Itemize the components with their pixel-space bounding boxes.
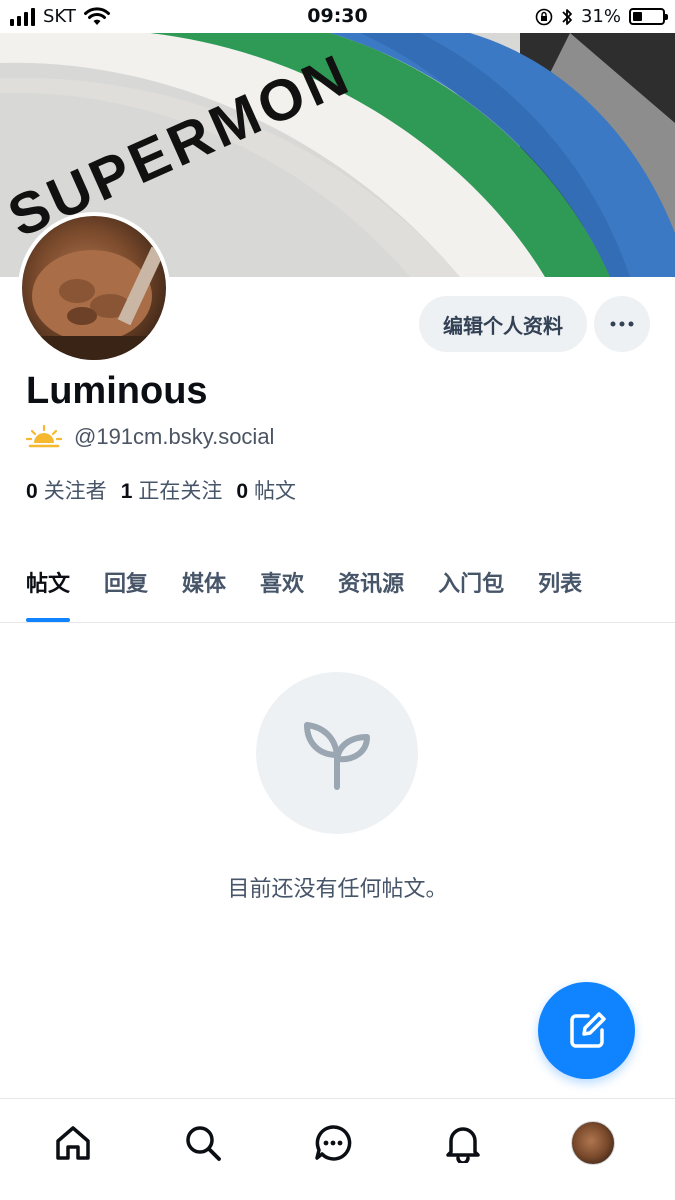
nav-chat[interactable] xyxy=(309,1119,357,1167)
display-name: Luminous xyxy=(26,370,208,412)
following-stat[interactable]: 1 正在关注 xyxy=(121,475,223,505)
tab-feeds[interactable]: 资讯源 xyxy=(338,566,404,622)
empty-state-icon-circle xyxy=(256,672,418,834)
more-options-button[interactable] xyxy=(594,296,650,352)
chat-icon xyxy=(315,1125,352,1161)
battery-icon xyxy=(629,8,668,25)
nav-search[interactable] xyxy=(179,1119,227,1167)
tab-posts[interactable]: 帖文 xyxy=(26,566,71,622)
tab-replies[interactable]: 回复 xyxy=(104,566,148,622)
edit-profile-button[interactable]: 编辑个人资料 xyxy=(419,296,587,352)
ellipsis-icon xyxy=(610,321,634,327)
followers-stat[interactable]: 0 关注者 xyxy=(26,475,107,505)
compose-post-button[interactable] xyxy=(538,982,635,1079)
seedling-icon xyxy=(304,722,370,790)
bell-icon xyxy=(446,1127,480,1163)
battery-percent: 31% xyxy=(580,6,621,27)
empty-state-message: 目前还没有任何帖文。 xyxy=(227,877,448,902)
profile-avatar[interactable] xyxy=(18,212,170,364)
profile-avatar-small xyxy=(571,1121,615,1165)
bluetooth-icon xyxy=(562,8,572,25)
battery-fill xyxy=(633,12,642,21)
tab-starter-packs[interactable]: 入门包 xyxy=(438,566,504,622)
status-bar: SKT 09:30 31% xyxy=(0,0,675,33)
compose-icon xyxy=(569,1011,606,1048)
bottom-navigation xyxy=(0,1098,675,1200)
tab-lists[interactable]: 列表 xyxy=(538,566,582,622)
profile-stats: 0 关注者 1 正在关注 0 帖文 xyxy=(26,475,296,505)
avatar-photo xyxy=(22,246,166,360)
home-icon xyxy=(56,1126,90,1160)
profile-tabs: 帖文 回复 媒体 喜欢 资讯源 入门包 列表 xyxy=(26,566,582,622)
posts-stat: 0 帖文 xyxy=(236,479,297,503)
nav-notifications[interactable] xyxy=(439,1119,487,1167)
profile-handle[interactable]: @191cm.bsky.social xyxy=(74,424,274,450)
nav-home[interactable] xyxy=(49,1119,97,1167)
tab-media[interactable]: 媒体 xyxy=(182,566,226,622)
nav-profile[interactable] xyxy=(569,1119,617,1167)
orientation-lock-icon xyxy=(535,8,553,25)
sunrise-icon xyxy=(26,425,62,448)
profile-screen: SKT 09:30 31% SUPERMON 编辑个人资料 Luminous @… xyxy=(0,0,675,1200)
tabs-divider xyxy=(0,622,675,623)
search-icon xyxy=(186,1126,221,1161)
tab-likes[interactable]: 喜欢 xyxy=(260,566,304,622)
